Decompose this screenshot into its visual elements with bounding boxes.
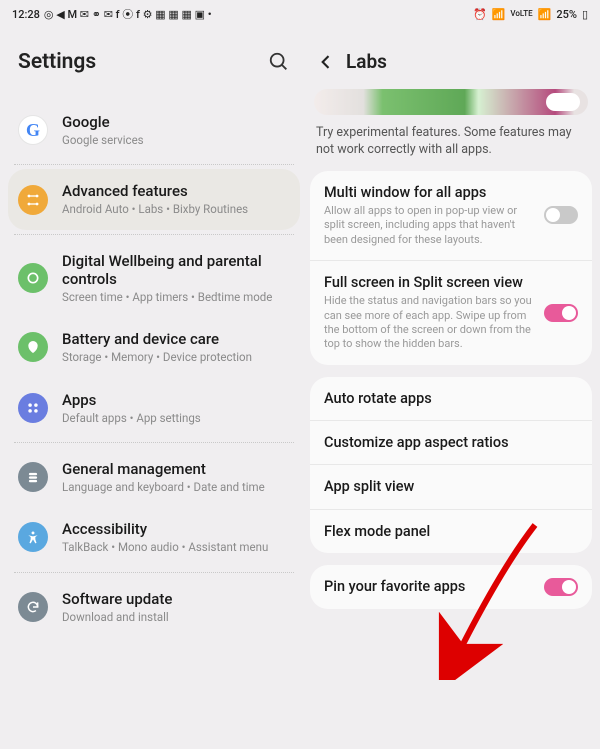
toggle-pin-favorite-apps[interactable] — [544, 578, 578, 596]
sidebar-item-software-update[interactable]: Software update Download and install — [8, 577, 300, 637]
wifi-icon: 📶 — [492, 8, 506, 21]
row-pin-favorite-apps[interactable]: Pin your favorite apps — [310, 565, 592, 609]
notif-icons: ◎ ◀ M ✉ ⚭ ✉ f ⦿ f ⚙ ▦ ▦ ▦ ▣ • — [44, 6, 212, 22]
item-title: Google — [62, 113, 290, 131]
item-sub: Default apps • App settings — [62, 411, 290, 425]
row-title: Pin your favorite apps — [324, 578, 534, 595]
status-bar: 12:28 ◎ ◀ M ✉ ⚭ ✉ f ⦿ f ⚙ ▦ ▦ ▦ ▣ • ⏰ 📶 … — [0, 0, 600, 28]
back-icon[interactable] — [316, 52, 336, 72]
google-icon: G — [26, 120, 40, 141]
apps-icon — [26, 401, 40, 415]
row-title: Auto rotate apps — [324, 390, 578, 407]
battery-care-icon — [25, 339, 41, 355]
row-flex-mode[interactable]: Flex mode panel — [310, 509, 592, 553]
wellbeing-icon — [25, 270, 41, 286]
row-sub: Allow all apps to open in pop-up view or… — [324, 204, 534, 247]
sidebar-item-battery-care[interactable]: Battery and device care Storage • Memory… — [8, 317, 300, 377]
settings-title: Settings — [18, 50, 96, 74]
divider — [14, 442, 294, 443]
general-icon — [26, 470, 40, 484]
divider — [14, 234, 294, 235]
sidebar-item-apps[interactable]: Apps Default apps • App settings — [8, 378, 300, 438]
item-title: Advanced features — [62, 182, 290, 200]
statusbar-time: 12:28 — [12, 8, 40, 21]
labs-title: Labs — [346, 50, 387, 73]
row-fullscreen-split[interactable]: Full screen in Split screen view Hide th… — [310, 260, 592, 365]
divider — [14, 572, 294, 573]
item-sub: Google services — [62, 133, 290, 147]
volte-label: VoLTE — [510, 10, 532, 18]
battery-text: 25% — [556, 8, 577, 21]
item-title: Apps — [62, 391, 290, 409]
advanced-icon — [25, 192, 41, 208]
toggle-multi-window[interactable] — [544, 206, 578, 224]
row-title: Customize app aspect ratios — [324, 434, 578, 451]
row-title: App split view — [324, 478, 578, 495]
row-title: Full screen in Split screen view — [324, 274, 534, 291]
row-title: Multi window for all apps — [324, 184, 534, 201]
item-sub: Screen time • App timers • Bedtime mode — [62, 290, 290, 304]
labs-description: Try experimental features. Some features… — [310, 125, 592, 171]
update-icon — [26, 600, 40, 614]
item-sub: Language and keyboard • Date and time — [62, 480, 290, 494]
search-icon[interactable] — [268, 51, 290, 73]
sidebar-item-advanced-features[interactable]: Advanced features Android Auto • Labs • … — [8, 169, 300, 229]
accessibility-icon — [26, 530, 40, 544]
labs-card-toggles: Multi window for all apps Allow all apps… — [310, 171, 592, 365]
item-sub: Storage • Memory • Device protection — [62, 350, 290, 364]
item-sub: Download and install — [62, 610, 290, 624]
row-title: Flex mode panel — [324, 523, 578, 540]
row-aspect-ratios[interactable]: Customize app aspect ratios — [310, 420, 592, 464]
row-multi-window[interactable]: Multi window for all apps Allow all apps… — [310, 171, 592, 260]
labs-hero-image — [314, 89, 588, 115]
labs-card-links: Auto rotate apps Customize app aspect ra… — [310, 377, 592, 554]
toggle-fullscreen-split[interactable] — [544, 304, 578, 322]
labs-pane: Labs Try experimental features. Some fea… — [306, 28, 600, 749]
item-title: Software update — [62, 590, 290, 608]
sidebar-item-digital-wellbeing[interactable]: Digital Wellbeing and parental controls … — [8, 239, 300, 317]
sidebar-item-accessibility[interactable]: Accessibility TalkBack • Mono audio • As… — [8, 507, 300, 567]
settings-pane: Settings G Google Google services — [0, 28, 306, 749]
divider — [14, 164, 294, 165]
item-sub: Android Auto • Labs • Bixby Routines — [62, 202, 290, 216]
row-app-split-view[interactable]: App split view — [310, 464, 592, 508]
item-title: Accessibility — [62, 520, 290, 538]
battery-icon: ▯ — [582, 8, 588, 21]
item-title: Battery and device care — [62, 330, 290, 348]
row-auto-rotate[interactable]: Auto rotate apps — [310, 377, 592, 420]
labs-card-pin: Pin your favorite apps — [310, 565, 592, 609]
alarm-icon: ⏰ — [473, 8, 487, 21]
sidebar-item-google[interactable]: G Google Google services — [8, 100, 300, 160]
row-sub: Hide the status and navigation bars so y… — [324, 294, 534, 351]
signal-icon: 📶 — [538, 8, 552, 21]
sidebar-item-general-management[interactable]: General management Language and keyboard… — [8, 447, 300, 507]
item-title: General management — [62, 460, 290, 478]
item-sub: TalkBack • Mono audio • Assistant menu — [62, 540, 290, 554]
item-title: Digital Wellbeing and parental controls — [62, 252, 290, 288]
